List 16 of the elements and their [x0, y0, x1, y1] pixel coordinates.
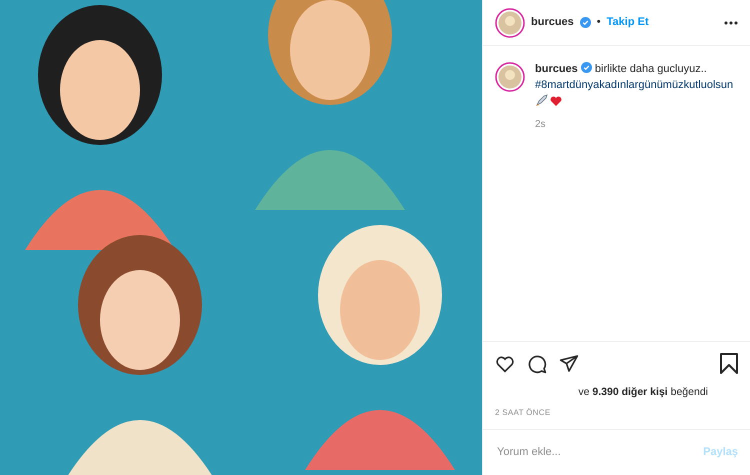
likes-text: ve 9.390 diğer kişi beğendi: [578, 386, 708, 398]
bookmark-icon[interactable]: [720, 353, 738, 374]
separator: •: [596, 15, 601, 30]
more-icon[interactable]: [724, 20, 738, 24]
avatar[interactable]: [495, 62, 525, 92]
send-icon[interactable]: [559, 354, 579, 374]
avatar[interactable]: [495, 8, 525, 38]
comment-icon[interactable]: [527, 354, 547, 374]
username-link[interactable]: burcues: [531, 14, 574, 31]
username-link[interactable]: burcues: [535, 63, 578, 75]
timestamp: 2 SAAT ÖNCE: [495, 408, 550, 417]
heart-icon[interactable]: [495, 354, 515, 373]
post-time: 2s: [535, 118, 546, 132]
hashtag-link[interactable]: #8martdünyakadınlargünümüzkutluolsun: [535, 78, 734, 94]
rocket-heart-drawing: [535, 94, 563, 107]
caption-text: birlikte daha gucluyuz..: [594, 63, 707, 75]
